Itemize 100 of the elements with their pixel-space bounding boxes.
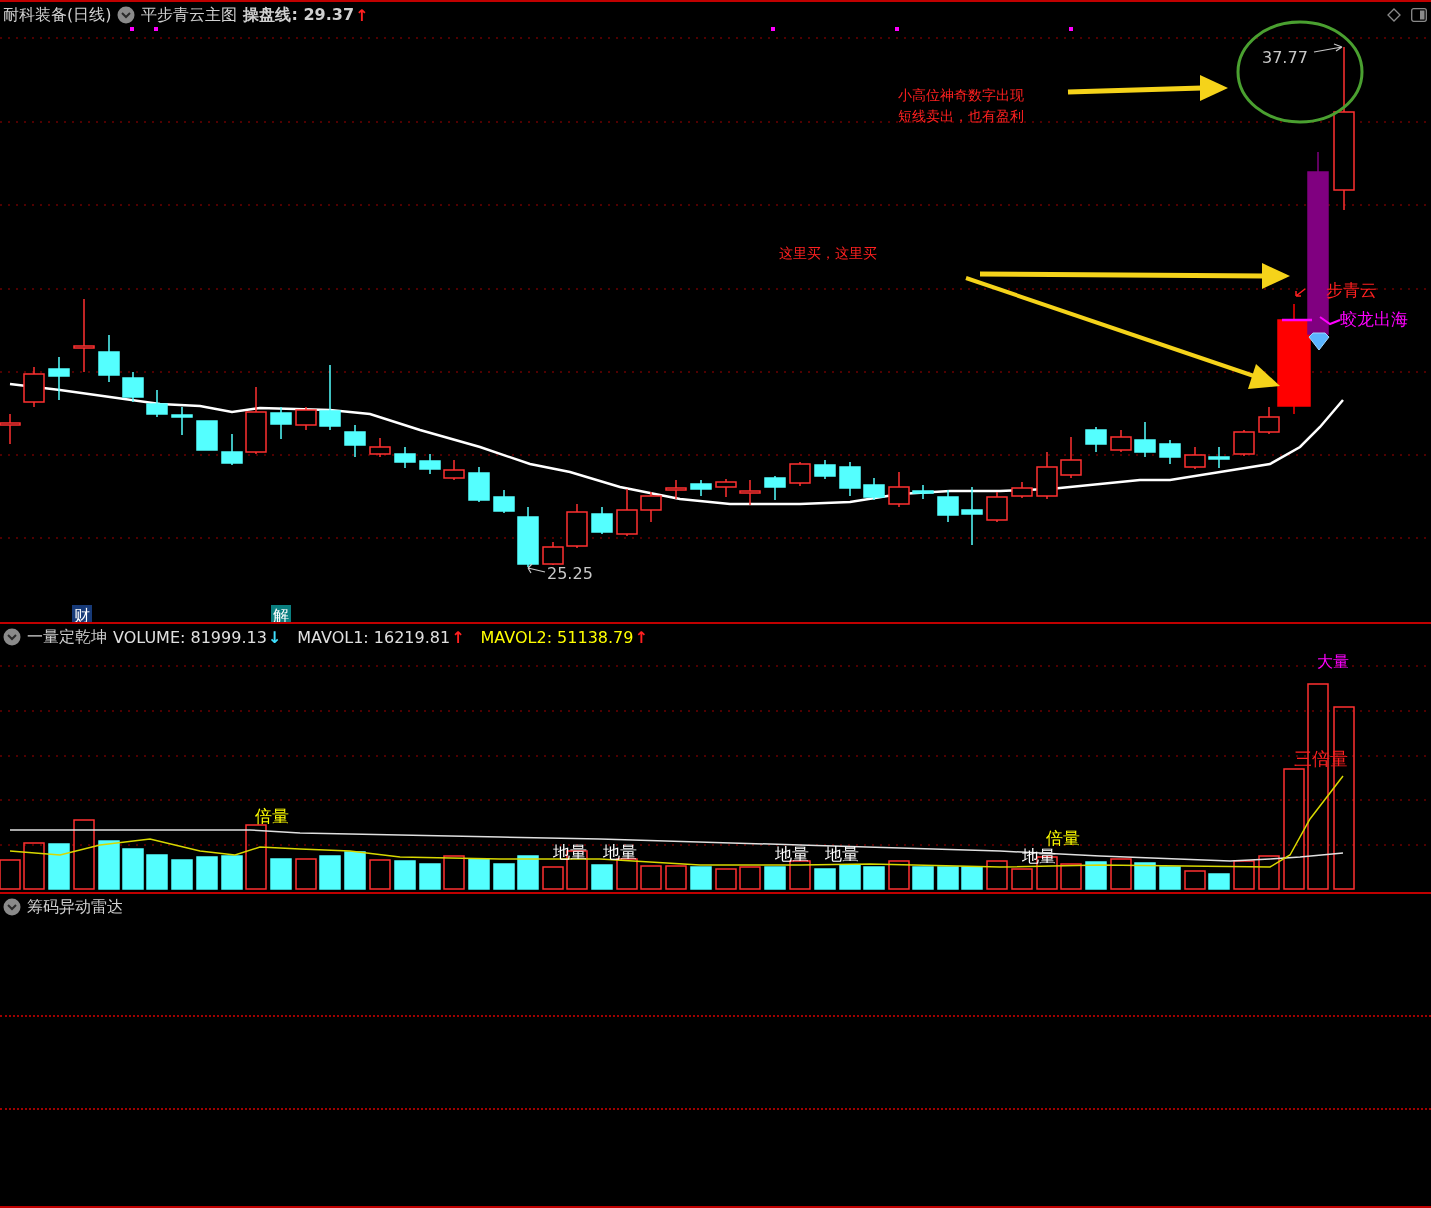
chevron-down-icon[interactable] [3,628,21,646]
candle [319,364,341,431]
volume-bar [468,858,490,890]
candle [1159,439,1181,465]
volume-bar [493,863,515,890]
candle [344,424,366,458]
candle [961,486,983,546]
candle [665,479,687,500]
chart-label: 37.77 [1262,48,1308,67]
volume-bar [1208,873,1230,890]
candle [196,420,218,451]
volume-bar [1258,855,1280,890]
candle [98,334,120,383]
candle [48,356,70,401]
pointer-arrow [527,563,546,574]
panel-icon[interactable] [1411,8,1427,22]
candle [1184,446,1206,470]
trend-arrow: ↓ [267,627,282,647]
candle [566,503,588,549]
candle [863,477,885,501]
volume-bar [419,863,441,890]
volume-bar [196,856,218,890]
candle [839,461,861,497]
volume-label: 倍量 [255,806,289,826]
candle [690,479,712,497]
candle [221,433,243,466]
candle [1011,481,1033,499]
volume-bar [1060,863,1082,890]
candle [888,471,910,508]
candle [146,389,168,418]
candle [616,488,638,537]
volume-bar [517,855,539,890]
volume-bar [245,824,267,890]
volume-bar [1134,862,1156,890]
volume-bar [369,859,391,890]
volume-bar [814,868,836,890]
volume-bar [961,866,983,890]
candle [542,541,564,566]
candle [394,446,416,469]
volume-bar [270,858,292,890]
candle [1036,451,1058,500]
candle [1110,429,1132,453]
pointer-arrow [1313,43,1343,53]
signal-line [1319,316,1341,326]
chevron-down-icon[interactable] [117,6,136,24]
stock-title: 耐科装备(日线) [3,4,112,26]
candle [912,484,934,500]
volume-bar [912,866,934,890]
gem-icon [1308,332,1330,351]
candle [1233,429,1255,457]
volume-bar [690,866,712,890]
volume-bar [640,865,662,890]
volume-bar [937,866,959,890]
volume-bar [295,858,317,890]
volume-label: 倍量 [1046,828,1080,848]
volume-label: 地量 [775,844,809,864]
volume-bar [1011,868,1033,890]
candle [270,406,292,440]
volume-bar [888,860,910,890]
volume-bar [764,866,786,890]
volume-bar [1110,858,1132,890]
candle [369,437,391,458]
volume-reading: VOLUME: 81999.13 [113,627,267,647]
volume-bar [171,859,193,890]
indicator-reading: 操盘线: 29.37 [243,4,355,26]
chart-label: 蛟龙出海 [1340,309,1408,329]
volume-bar [344,851,366,890]
volume-bar [1233,860,1255,890]
diamond-icon[interactable] [1387,8,1401,22]
volume-bar [591,864,613,890]
volume-bar [221,855,243,890]
volume-bar [715,868,737,890]
candle [640,491,662,523]
chevron-down-icon[interactable] [3,898,21,916]
chart-label: 25.25 [547,564,593,583]
volume-bar [665,865,687,890]
volume-bar [73,819,95,890]
volume-bar [789,860,811,890]
candle [1085,426,1107,453]
candle [814,459,836,480]
volume-bar [542,866,564,890]
candle [937,489,959,523]
candle [295,406,317,431]
volume-bar [319,855,341,890]
volume-label: 地量 [825,844,859,864]
volume-bar [1085,861,1107,890]
signal-line [1282,318,1312,322]
volume-bar [146,854,168,890]
trend-arrow: ↑ [355,5,369,25]
volume-bar [863,866,885,890]
candle [23,366,45,408]
volume-bar [122,848,144,890]
candle [739,479,761,506]
volume-bar [839,864,861,890]
chart-label: 短线卖出，也有盈利 [898,108,1024,124]
candle [171,406,193,436]
pointer-arrow [1295,288,1306,297]
candle [245,386,267,455]
volume-label: 大量 [1317,652,1349,671]
volume-bar [1159,866,1181,890]
